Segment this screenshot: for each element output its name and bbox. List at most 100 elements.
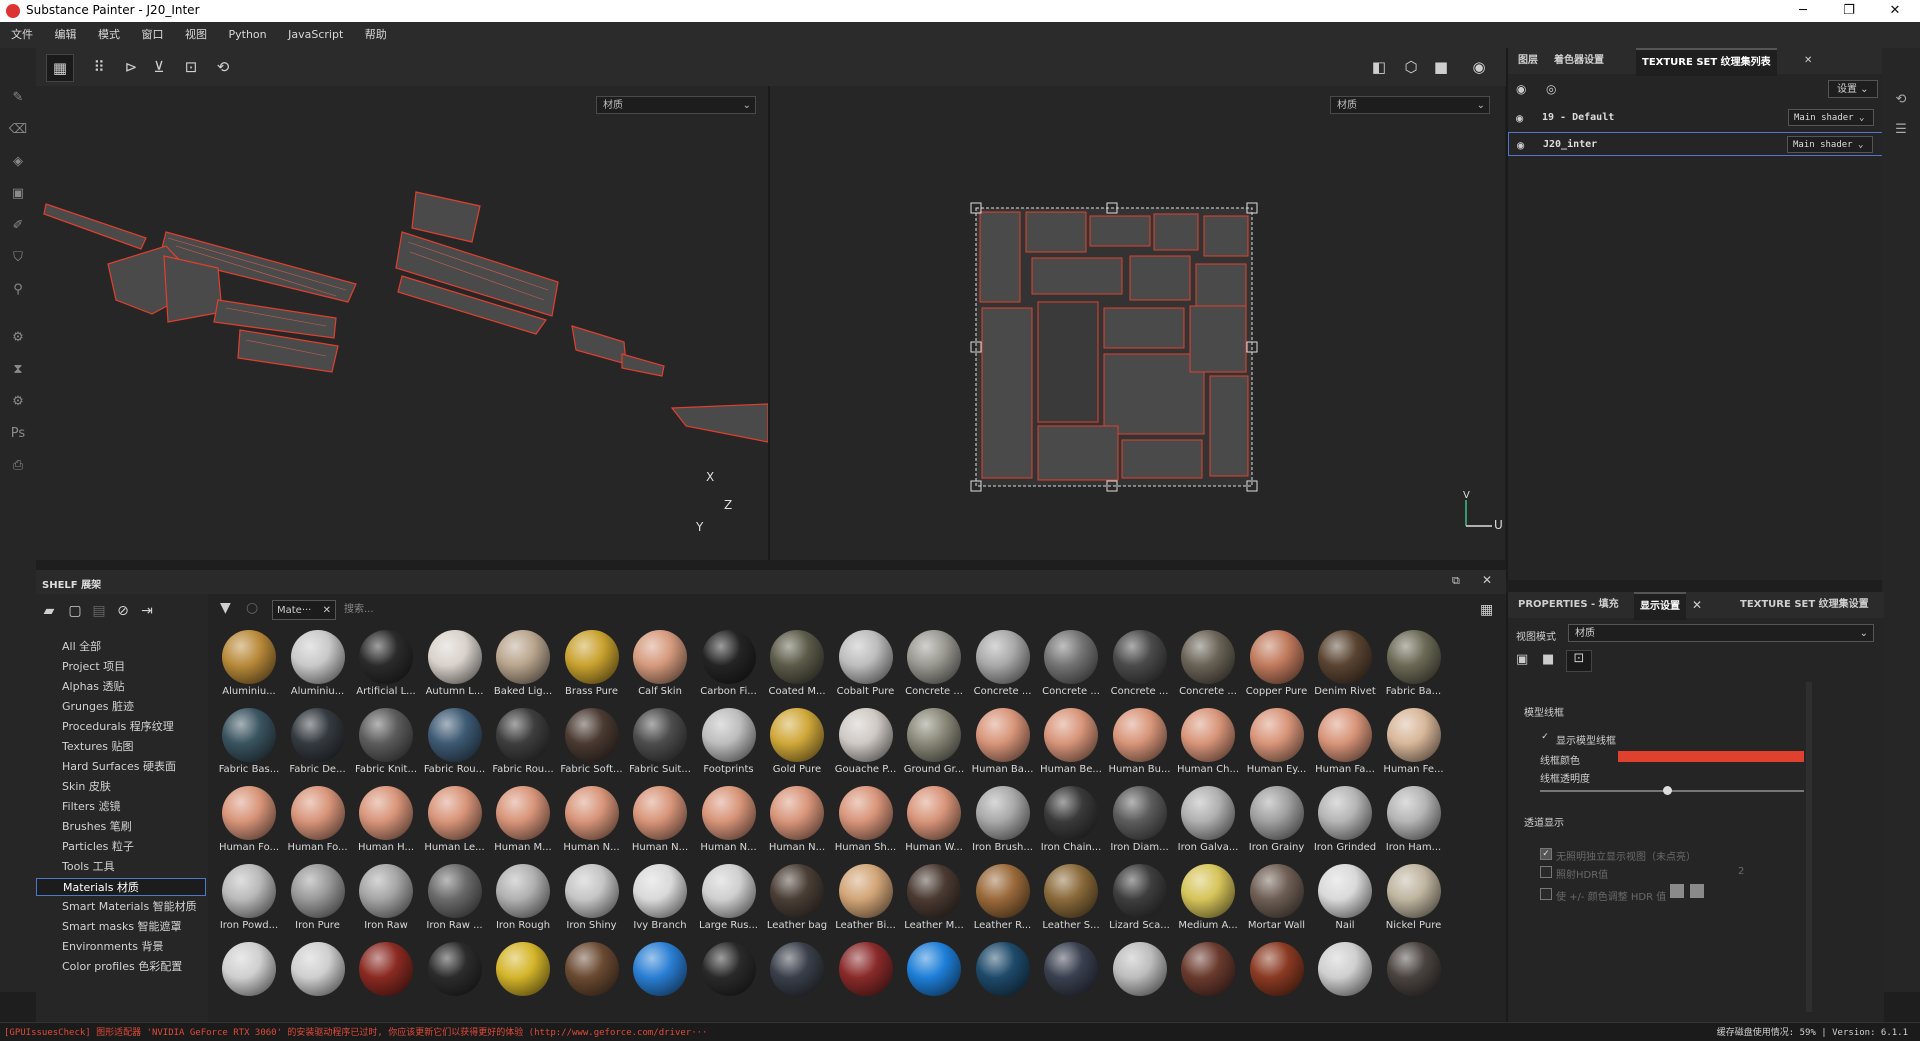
exposure-checkbox[interactable] (1540, 888, 1552, 900)
camera-icon[interactable]: ■ (1542, 652, 1562, 670)
circle-icon[interactable]: ○ (246, 600, 258, 616)
material-thumbnail[interactable]: Iron Ham... (1381, 784, 1447, 862)
isolate-checkbox[interactable]: ✓ (1540, 848, 1552, 860)
menu-view[interactable]: 视图 (176, 22, 216, 48)
shader-select[interactable]: Main shader ⌄ (1787, 136, 1873, 153)
material-thumbnail[interactable] (764, 940, 830, 1018)
shader-select[interactable]: Main shader ⌄ (1788, 109, 1874, 126)
material-thumbnail[interactable]: Iron Diam... (1107, 784, 1173, 862)
new-file-icon[interactable]: ▢ (66, 602, 84, 620)
hdr-checkbox[interactable] (1540, 866, 1552, 878)
material-thumbnail[interactable]: Fabric Rou... (422, 706, 488, 784)
color-swatch[interactable] (1670, 884, 1684, 898)
eye-icon[interactable]: ◉ (1517, 133, 1524, 157)
grid-toggle-icon[interactable]: ▦ (1480, 602, 1493, 618)
material-thumbnail[interactable] (1244, 940, 1310, 1018)
projection-icon[interactable]: ◈ (8, 152, 28, 172)
material-thumbnail[interactable]: Human N... (696, 784, 762, 862)
export-icon[interactable]: ⎙ (8, 456, 28, 476)
eraser-icon[interactable]: ⌫ (8, 120, 28, 140)
save-icon[interactable]: ▤ (90, 602, 108, 620)
material-thumbnail[interactable]: Lizard Sca... (1107, 862, 1173, 940)
material-thumbnail[interactable]: Human Fa... (1312, 706, 1378, 784)
menu-edit[interactable]: 编辑 (46, 22, 86, 48)
material-thumbnail[interactable]: Iron Galva... (1175, 784, 1241, 862)
tab-shader-settings[interactable]: 着色器设置 (1548, 48, 1610, 74)
material-thumbnail[interactable]: Artificial L... (353, 628, 419, 706)
grid-view-icon[interactable]: ⠿ (86, 54, 112, 80)
import-icon[interactable]: ⇥ (138, 602, 156, 620)
material-thumbnail[interactable]: Iron Raw ... (422, 862, 488, 940)
close-panel-icon[interactable]: ✕ (1482, 573, 1492, 587)
material-thumbnail[interactable]: Human H... (353, 784, 419, 862)
material-thumbnail[interactable]: Aluminiu... (216, 628, 282, 706)
remove-filter-icon[interactable]: ✕ (323, 601, 331, 621)
tab-layers[interactable]: 图层 (1512, 48, 1544, 74)
material-thumbnail[interactable]: Human Bu... (1107, 706, 1173, 784)
category-item[interactable]: Materials 材质 (36, 878, 206, 896)
material-thumbnail[interactable] (1038, 940, 1104, 1018)
category-item[interactable]: Filters 滤镜 (62, 798, 120, 816)
material-thumbnail[interactable] (216, 940, 282, 1018)
material-thumbnail[interactable]: Concrete ... (901, 628, 967, 706)
view-mode-select[interactable]: 材质 ⌄ (1568, 624, 1874, 642)
material-thumbnail[interactable]: Iron Brush... (970, 784, 1036, 862)
material-thumbnail[interactable] (353, 940, 419, 1018)
material-thumbnail[interactable]: Gold Pure (764, 706, 830, 784)
material-thumbnail[interactable]: Leather M... (901, 862, 967, 940)
material-thumbnail[interactable]: Brass Pure (559, 628, 625, 706)
category-item[interactable]: Grunges 脏迹 (62, 698, 134, 716)
material-thumbnail[interactable]: Iron Grinded (1312, 784, 1378, 862)
material-thumbnail[interactable]: Fabric Rou... (490, 706, 556, 784)
category-item[interactable]: Textures 贴图 (62, 738, 134, 756)
category-item[interactable]: Smart Materials 智能材质 (62, 898, 197, 916)
material-thumbnail[interactable]: Human Ey... (1244, 706, 1310, 784)
slider-handle[interactable] (1663, 786, 1672, 795)
material-thumbnail[interactable]: Footprints (696, 706, 762, 784)
category-item[interactable]: All 全部 (62, 638, 101, 656)
material-thumbnail[interactable] (627, 940, 693, 1018)
menu-python[interactable]: Python (220, 22, 276, 48)
material-thumbnail[interactable]: Iron Chain... (1038, 784, 1104, 862)
material-thumbnail[interactable]: Leather R... (970, 862, 1036, 940)
photoshop-export-icon[interactable]: Ps (8, 424, 28, 444)
material-thumbnail[interactable]: Fabric Suit... (627, 706, 693, 784)
material-thumbnail[interactable]: Human N... (559, 784, 625, 862)
menu-javascript[interactable]: JavaScript (279, 22, 352, 48)
viewport-3d[interactable]: 材质 ⌄ X Z Y (36, 86, 770, 560)
material-thumbnail[interactable]: Autumn L... (422, 628, 488, 706)
material-thumbnail[interactable]: Medium A... (1175, 862, 1241, 940)
display-frame-icon[interactable]: ⊡ (1566, 650, 1592, 672)
search-input[interactable]: 搜索... (344, 600, 704, 620)
category-item[interactable]: Skin 皮肤 (62, 778, 111, 796)
material-thumbnail[interactable] (422, 940, 488, 1018)
history-icon[interactable]: ⟲ (210, 54, 236, 80)
material-thumbnail[interactable]: Fabric De... (285, 706, 351, 784)
material-thumbnail[interactable]: Concrete ... (970, 628, 1036, 706)
tab-texture-set-list[interactable]: TEXTURE SET 纹理集列表 (1636, 48, 1777, 76)
material-thumbnail[interactable]: Carbon Fi... (696, 628, 762, 706)
material-thumbnail[interactable] (1107, 940, 1173, 1018)
material-thumbnail[interactable]: Coated M... (764, 628, 830, 706)
symmetry-x-icon[interactable]: ⊳ (118, 54, 144, 80)
filter-icon[interactable]: ▼ (220, 600, 231, 616)
material-thumbnail[interactable]: Ground Gr... (901, 706, 967, 784)
category-item[interactable]: Tools 工具 (62, 858, 115, 876)
settings-gear-icon[interactable]: ⚙ (8, 392, 28, 412)
smudge-icon[interactable]: ✐ (8, 216, 28, 236)
material-thumbnail[interactable]: Leather bag (764, 862, 830, 940)
material-thumbnail[interactable]: Gouache P... (833, 706, 899, 784)
material-thumbnail[interactable]: Human Fe... (1381, 706, 1447, 784)
split-view-icon[interactable]: ◧ (1366, 54, 1392, 80)
minimize-button[interactable]: ─ (1780, 0, 1826, 22)
eye-icon[interactable]: ◉ (1516, 106, 1523, 130)
material-thumbnail[interactable] (970, 940, 1036, 1018)
tab-properties-fill[interactable]: PROPERTIES - 填充 (1512, 592, 1625, 618)
image-icon[interactable]: ▣ (1516, 652, 1536, 670)
material-thumbnail[interactable]: Iron Pure (285, 862, 351, 940)
menu-mode[interactable]: 模式 (89, 22, 129, 48)
category-item[interactable]: Environments 背景 (62, 938, 163, 956)
material-thumbnail[interactable] (285, 940, 351, 1018)
material-thumbnail[interactable] (833, 940, 899, 1018)
material-thumbnail[interactable]: Human Be... (1038, 706, 1104, 784)
